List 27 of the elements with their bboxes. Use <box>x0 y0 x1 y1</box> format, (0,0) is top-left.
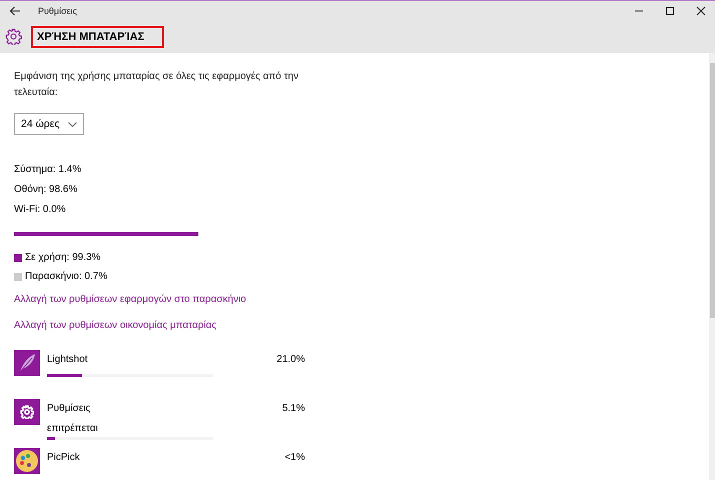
app-icon <box>14 350 40 376</box>
settings-link[interactable]: Αλλαγή των ρυθμίσεων εφαρμογών στο παρασκήνιο <box>14 294 246 312</box>
legend-label: Σε χρήση: 99.3% <box>25 252 101 263</box>
window-title: Ρυθμίσεις <box>38 6 78 16</box>
scrollbar[interactable] <box>709 53 715 480</box>
settings-icon <box>5 28 22 45</box>
app-status: επιτρέπεται <box>47 423 99 434</box>
usage-breakdown-text: Οθόνη: 98.6% <box>14 184 78 197</box>
usage-breakdown-text: Σύστημα: 1.4% <box>14 164 82 177</box>
period-dropdown[interactable]: 24 ώρες <box>14 113 84 135</box>
usage-breakdown-text: Wi-Fi: 0.0% <box>14 204 67 217</box>
app-name: Lightshot <box>47 354 88 365</box>
usage-percent: 5.1% <box>282 403 305 414</box>
app-name: PicPick <box>47 452 80 463</box>
legend-label: Παρασκήνιο: 0.7% <box>25 271 108 282</box>
app-icon <box>14 448 40 474</box>
chevron-down-icon <box>68 122 77 126</box>
usage-percent: 21.0% <box>276 354 305 365</box>
usage-percent: <1% <box>284 452 305 463</box>
description-text: Εμφάνιση της χρήσης μπαταρίας σε όλες τις εφαρμογές από την τελευταία: <box>14 70 300 100</box>
page-title: ΧΡΉΣΗ ΜΠΑΤΑΡΊΑΣ <box>31 26 164 48</box>
app-icon <box>14 399 40 425</box>
back-arrow-icon[interactable] <box>9 6 21 16</box>
close-icon[interactable] <box>696 6 706 16</box>
maximize-icon[interactable] <box>665 6 675 16</box>
settings-link[interactable]: Αλλαγή των ρυθμίσεων οικονομίας μπαταρίας <box>14 320 216 338</box>
app-name: Ρυθμίσεις <box>47 403 90 414</box>
